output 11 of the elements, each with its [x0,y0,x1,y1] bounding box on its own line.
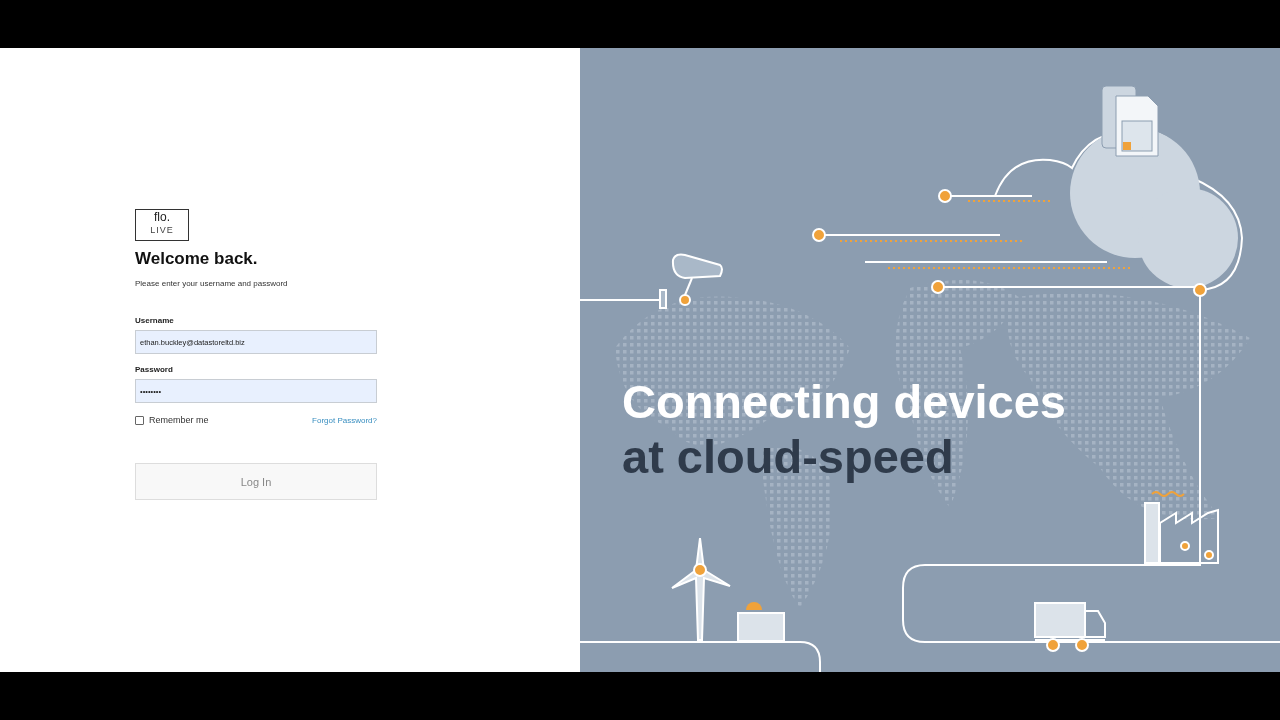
field-label: Username [135,316,175,325]
instruction-text: Please enter your username and password [135,279,289,288]
login-button[interactable]: Log In [135,463,377,500]
forgot-password-link[interactable]: Forgot Password? [312,415,377,425]
page-title: Welcome back. [135,249,259,269]
checkbox-label[interactable]: Remember me [149,415,209,425]
headline-text: Connecting devices [622,374,1066,429]
field-label: Password [135,365,174,374]
logo: flo. LIVE [135,209,189,241]
headline-text: at cloud-speed [622,429,955,484]
checkbox[interactable] [135,415,144,425]
